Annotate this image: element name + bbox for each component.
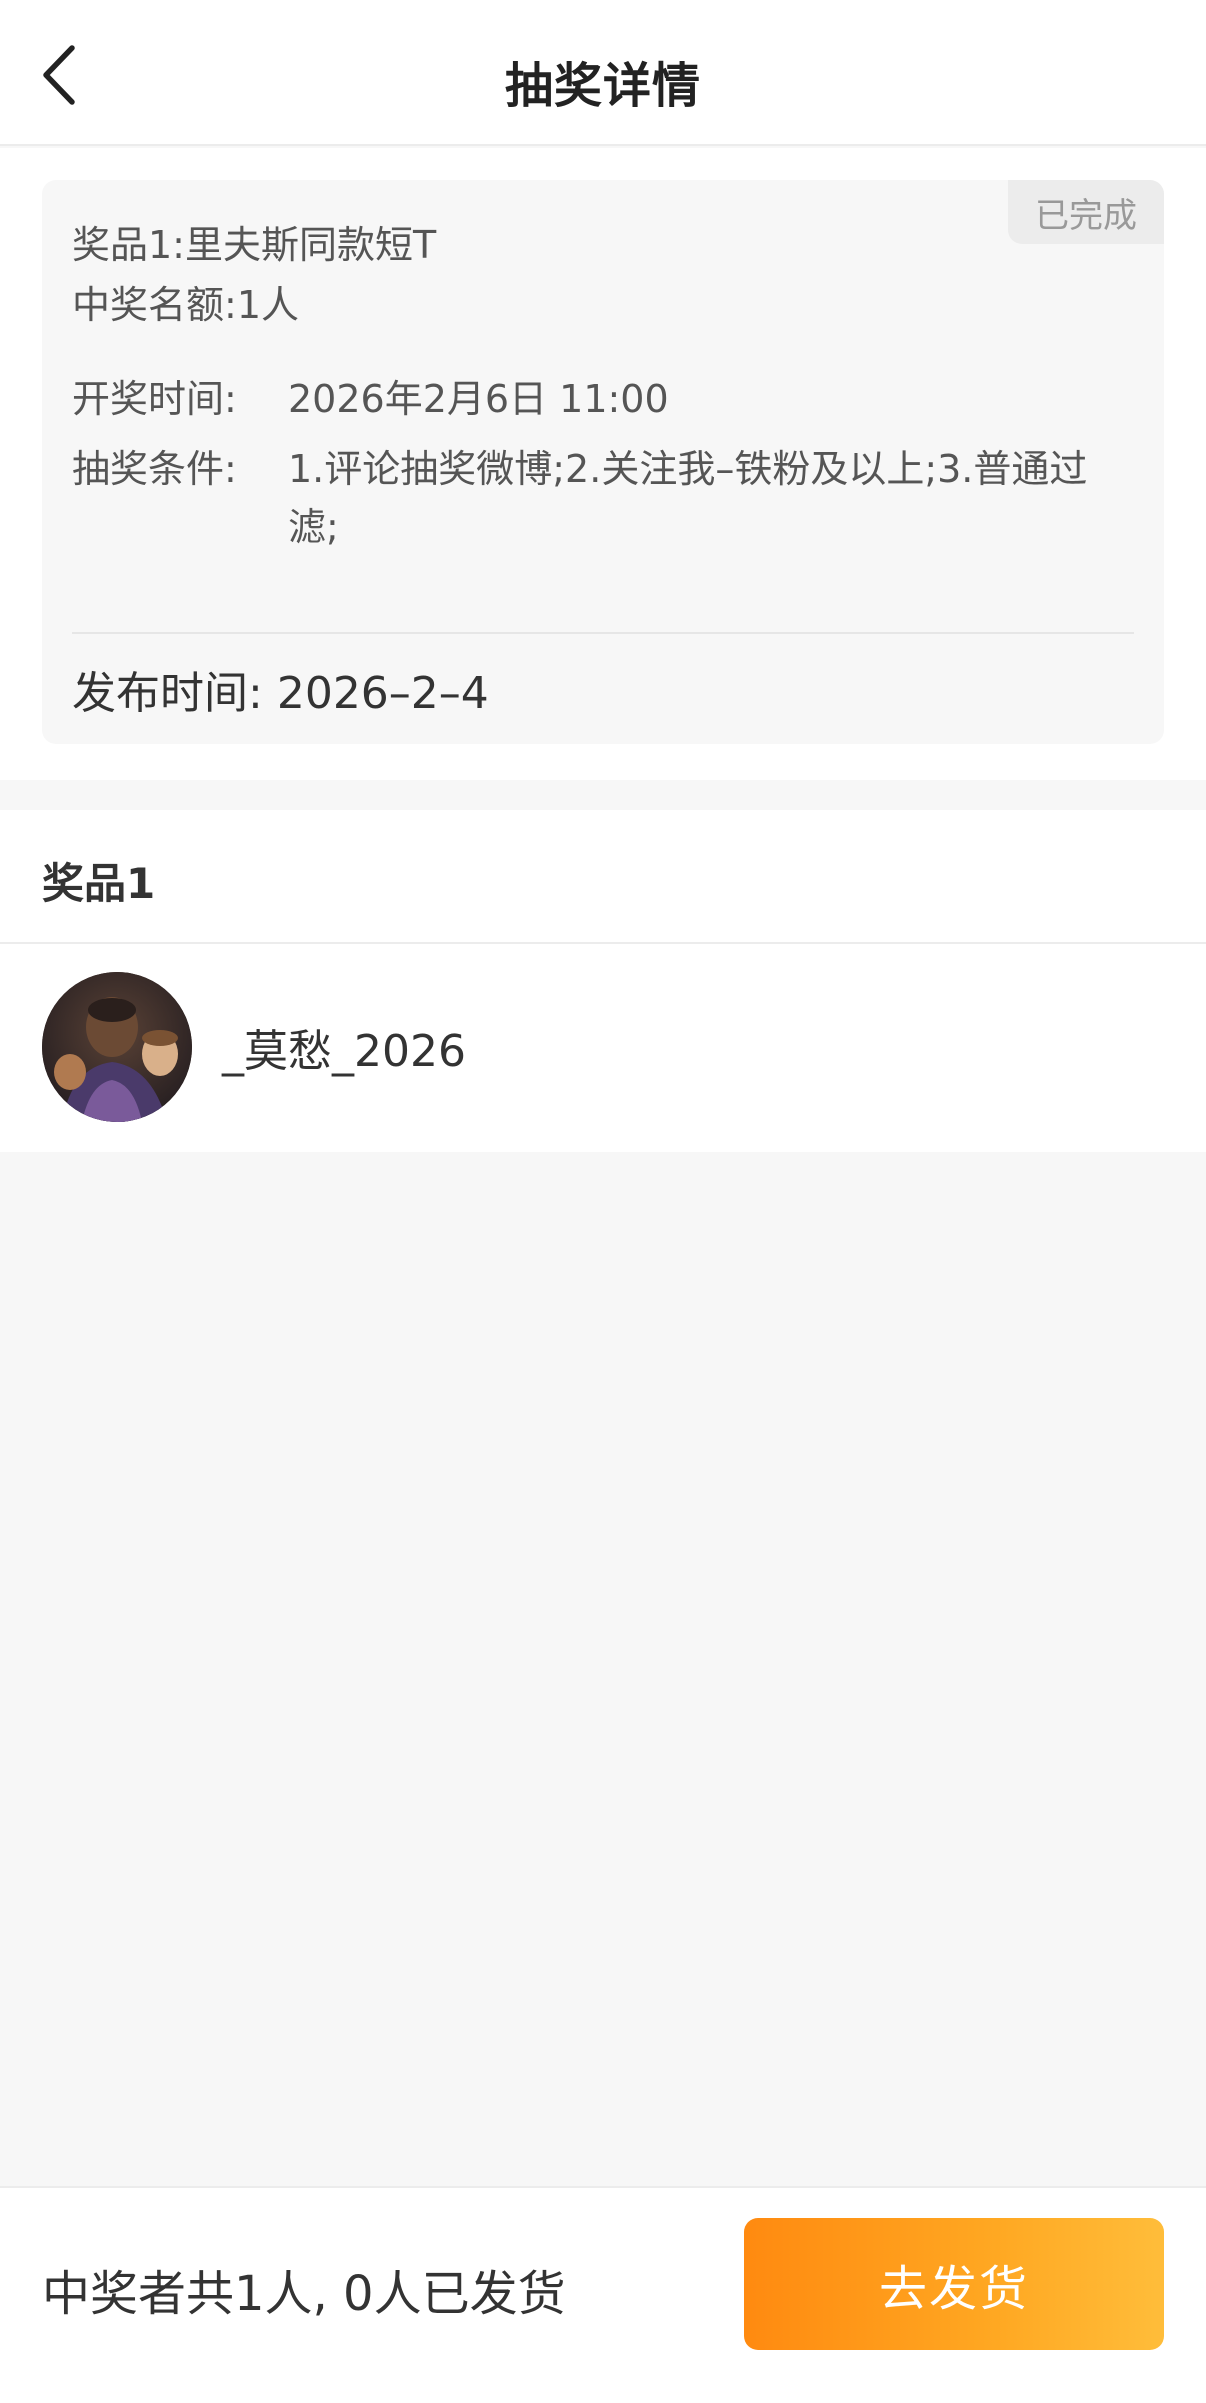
publish-label: 发布时间: — [72, 668, 263, 719]
quota-row: 中奖名额:1人 — [72, 280, 299, 330]
lottery-detail-page: 抽奖详情 已完成 奖品1:里夫斯同款短T 中奖名额:1人 开奖时间: 2026年2… — [0, 0, 1206, 2403]
winners-summary: 中奖者共1人, 0人已发货 — [42, 2266, 566, 2322]
page-title: 抽奖详情 — [504, 58, 701, 114]
card-divider — [72, 632, 1134, 634]
lottery-info-card: 已完成 奖品1:里夫斯同款短T 中奖名额:1人 开奖时间: 2026年2月6日 1… — [42, 180, 1164, 744]
winner-group-title: 奖品1 — [42, 859, 156, 908]
list-item[interactable]: _莫愁_2026 — [0, 944, 1206, 1150]
lottery-info-section: 已完成 奖品1:里夫斯同款短T 中奖名额:1人 开奖时间: 2026年2月6日 1… — [0, 148, 1206, 780]
user-avatar-icon — [42, 972, 192, 1122]
quota-value: 1人 — [236, 283, 299, 327]
winner-name: _莫愁_2026 — [222, 1026, 466, 1077]
winners-section: 奖品1 _莫愁_2026 — [0, 810, 1206, 1152]
conditions-value: 1.评论抽奖微博;2.关注我–铁粉及以上;3.普通过滤; — [288, 447, 1088, 549]
status-badge: 已完成 — [1008, 180, 1164, 244]
prize-label: 奖品1: — [72, 223, 185, 267]
conditions-label: 抽奖条件: — [72, 447, 237, 491]
top-nav-bar: 抽奖详情 — [0, 0, 1206, 146]
avatar[interactable] — [42, 972, 192, 1122]
draw-time-row: 开奖时间: 2026年2月6日 11:00 — [72, 374, 669, 424]
publish-value: 2026–2–4 — [276, 668, 489, 719]
prize-row: 奖品1:里夫斯同款短T — [72, 220, 436, 270]
bottom-action-bar: 中奖者共1人, 0人已发货 去发货 — [0, 2186, 1206, 2403]
prize-value: 里夫斯同款短T — [184, 223, 437, 267]
ship-button[interactable]: 去发货 — [744, 2218, 1164, 2350]
draw-time-value: 2026年2月6日 11:00 — [288, 377, 669, 421]
quota-label: 中奖名额: — [72, 283, 237, 327]
draw-time-label: 开奖时间: — [72, 377, 237, 421]
publish-time-row: 发布时间: 2026–2–4 — [72, 666, 489, 722]
conditions-row: 抽奖条件: 1.评论抽奖微博;2.关注我–铁粉及以上;3.普通过滤; — [72, 444, 1132, 556]
